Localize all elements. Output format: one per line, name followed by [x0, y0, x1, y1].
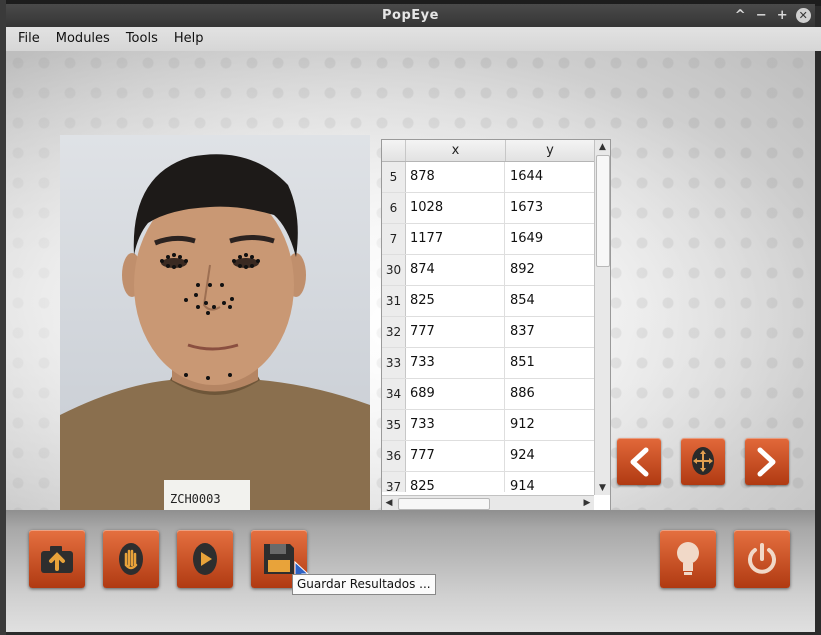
row-header[interactable]: 7: [382, 224, 406, 254]
menu-bar: File Modules Tools Help: [6, 27, 821, 51]
head-move-icon: [692, 446, 714, 475]
play-head-icon: [193, 543, 217, 575]
table-row[interactable]: 37 825 914: [382, 472, 594, 492]
menu-help[interactable]: Help: [168, 27, 210, 51]
load-image-button[interactable]: [29, 530, 85, 588]
row-header[interactable]: 36: [382, 441, 406, 471]
shade-window-icon[interactable]: ^: [733, 7, 748, 24]
bottom-toolbar: [6, 510, 815, 632]
cell-x[interactable]: 874: [410, 255, 505, 285]
cell-x[interactable]: 733: [410, 348, 505, 378]
scroll-right-icon[interactable]: ▶: [580, 496, 594, 511]
power-icon: [748, 543, 776, 574]
table-row[interactable]: 7 1177 1649: [382, 224, 594, 255]
vertical-scrollbar[interactable]: ▲ ▼: [594, 140, 610, 495]
window-title: PopEye: [382, 8, 439, 23]
chevron-right-icon: [757, 447, 776, 476]
cell-y[interactable]: 1644: [510, 162, 594, 192]
row-header[interactable]: 5: [382, 162, 406, 192]
table-corner: [382, 140, 406, 161]
camera-icon: [41, 546, 73, 573]
app-window: PopEye ^ − + ✕ File Modules Tools Help Z…: [6, 4, 821, 632]
cell-y[interactable]: 886: [510, 379, 594, 409]
move-landmark-button[interactable]: [681, 438, 725, 485]
power-button[interactable]: [734, 530, 790, 588]
maximize-window-icon[interactable]: +: [775, 7, 790, 24]
manual-landmark-button[interactable]: [103, 530, 159, 588]
horizontal-scroll-thumb[interactable]: [398, 498, 490, 510]
help-tips-button[interactable]: [660, 530, 716, 588]
cell-y[interactable]: 1649: [510, 224, 594, 254]
lightbulb-icon: [677, 542, 699, 575]
table-row[interactable]: 32 777 837: [382, 317, 594, 348]
row-header[interactable]: 30: [382, 255, 406, 285]
cell-y[interactable]: 914: [510, 472, 594, 492]
table-body: 5 878 1644 6 1028 1673 7 1177 1649 30 874 892 31 825 8…: [382, 162, 594, 492]
table-row[interactable]: 35 733 912: [382, 410, 594, 441]
menu-modules[interactable]: Modules: [50, 27, 116, 51]
cell-y[interactable]: 851: [510, 348, 594, 378]
chevron-left-icon: [630, 447, 649, 476]
column-header-x[interactable]: x: [406, 140, 506, 161]
cell-x[interactable]: 878: [410, 162, 505, 192]
horizontal-scrollbar[interactable]: ◀ ▶: [382, 495, 594, 511]
cell-y[interactable]: 854: [510, 286, 594, 316]
save-tooltip: Guardar Resultados ...: [292, 574, 436, 595]
cell-y[interactable]: 892: [510, 255, 594, 285]
window-controls: ^ − + ✕: [733, 7, 811, 24]
row-header[interactable]: 35: [382, 410, 406, 440]
table-row[interactable]: 33 733 851: [382, 348, 594, 379]
cell-x[interactable]: 825: [410, 472, 505, 492]
column-header-y[interactable]: y: [506, 140, 594, 161]
menu-file[interactable]: File: [12, 27, 46, 51]
menu-tools[interactable]: Tools: [120, 27, 164, 51]
scroll-up-icon[interactable]: ▲: [595, 140, 610, 154]
scroll-left-icon[interactable]: ◀: [382, 496, 396, 511]
cell-x[interactable]: 1028: [410, 193, 505, 223]
table-row[interactable]: 36 777 924: [382, 441, 594, 472]
subject-label-text: ZCH0003: [170, 492, 221, 506]
cell-y[interactable]: 924: [510, 441, 594, 471]
cell-y[interactable]: 1673: [510, 193, 594, 223]
row-header[interactable]: 31: [382, 286, 406, 316]
face-photo[interactable]: ZCH0003: [60, 135, 370, 510]
cell-x[interactable]: 777: [410, 441, 505, 471]
close-window-icon[interactable]: ✕: [796, 8, 811, 23]
table-header: x y: [382, 140, 594, 162]
cell-x[interactable]: 825: [410, 286, 505, 316]
cell-y[interactable]: 837: [510, 317, 594, 347]
table-row[interactable]: 34 689 886: [382, 379, 594, 410]
cell-x[interactable]: 733: [410, 410, 505, 440]
cell-x[interactable]: 777: [410, 317, 505, 347]
face-photo-drawing: ZCH0003: [60, 154, 370, 510]
landmark-table[interactable]: x y 5 878 1644 6 1028 1673 7 1177 1649 30 874 892 31…: [381, 139, 611, 512]
scroll-down-icon[interactable]: ▼: [595, 481, 610, 495]
row-header[interactable]: 34: [382, 379, 406, 409]
vertical-scroll-thumb[interactable]: [596, 155, 610, 267]
cell-x[interactable]: 689: [410, 379, 505, 409]
next-button[interactable]: [745, 438, 789, 485]
row-header[interactable]: 37: [382, 472, 406, 492]
floppy-disk-icon: [264, 544, 294, 574]
row-header[interactable]: 6: [382, 193, 406, 223]
table-row[interactable]: 30 874 892: [382, 255, 594, 286]
table-row[interactable]: 6 1028 1673: [382, 193, 594, 224]
row-header[interactable]: 32: [382, 317, 406, 347]
table-row[interactable]: 5 878 1644: [382, 162, 594, 193]
workspace-area: ZCH0003 x y 5 878 1644 6 1028 1673 7 1177 1649 30…: [6, 51, 815, 512]
title-bar: PopEye ^ − + ✕: [6, 4, 815, 27]
table-row[interactable]: 31 825 854: [382, 286, 594, 317]
cell-y[interactable]: 912: [510, 410, 594, 440]
previous-button[interactable]: [617, 438, 661, 485]
minimize-window-icon[interactable]: −: [754, 7, 769, 24]
hand-head-icon: [119, 543, 143, 575]
row-header[interactable]: 33: [382, 348, 406, 378]
run-detection-button[interactable]: [177, 530, 233, 588]
cell-x[interactable]: 1177: [410, 224, 505, 254]
